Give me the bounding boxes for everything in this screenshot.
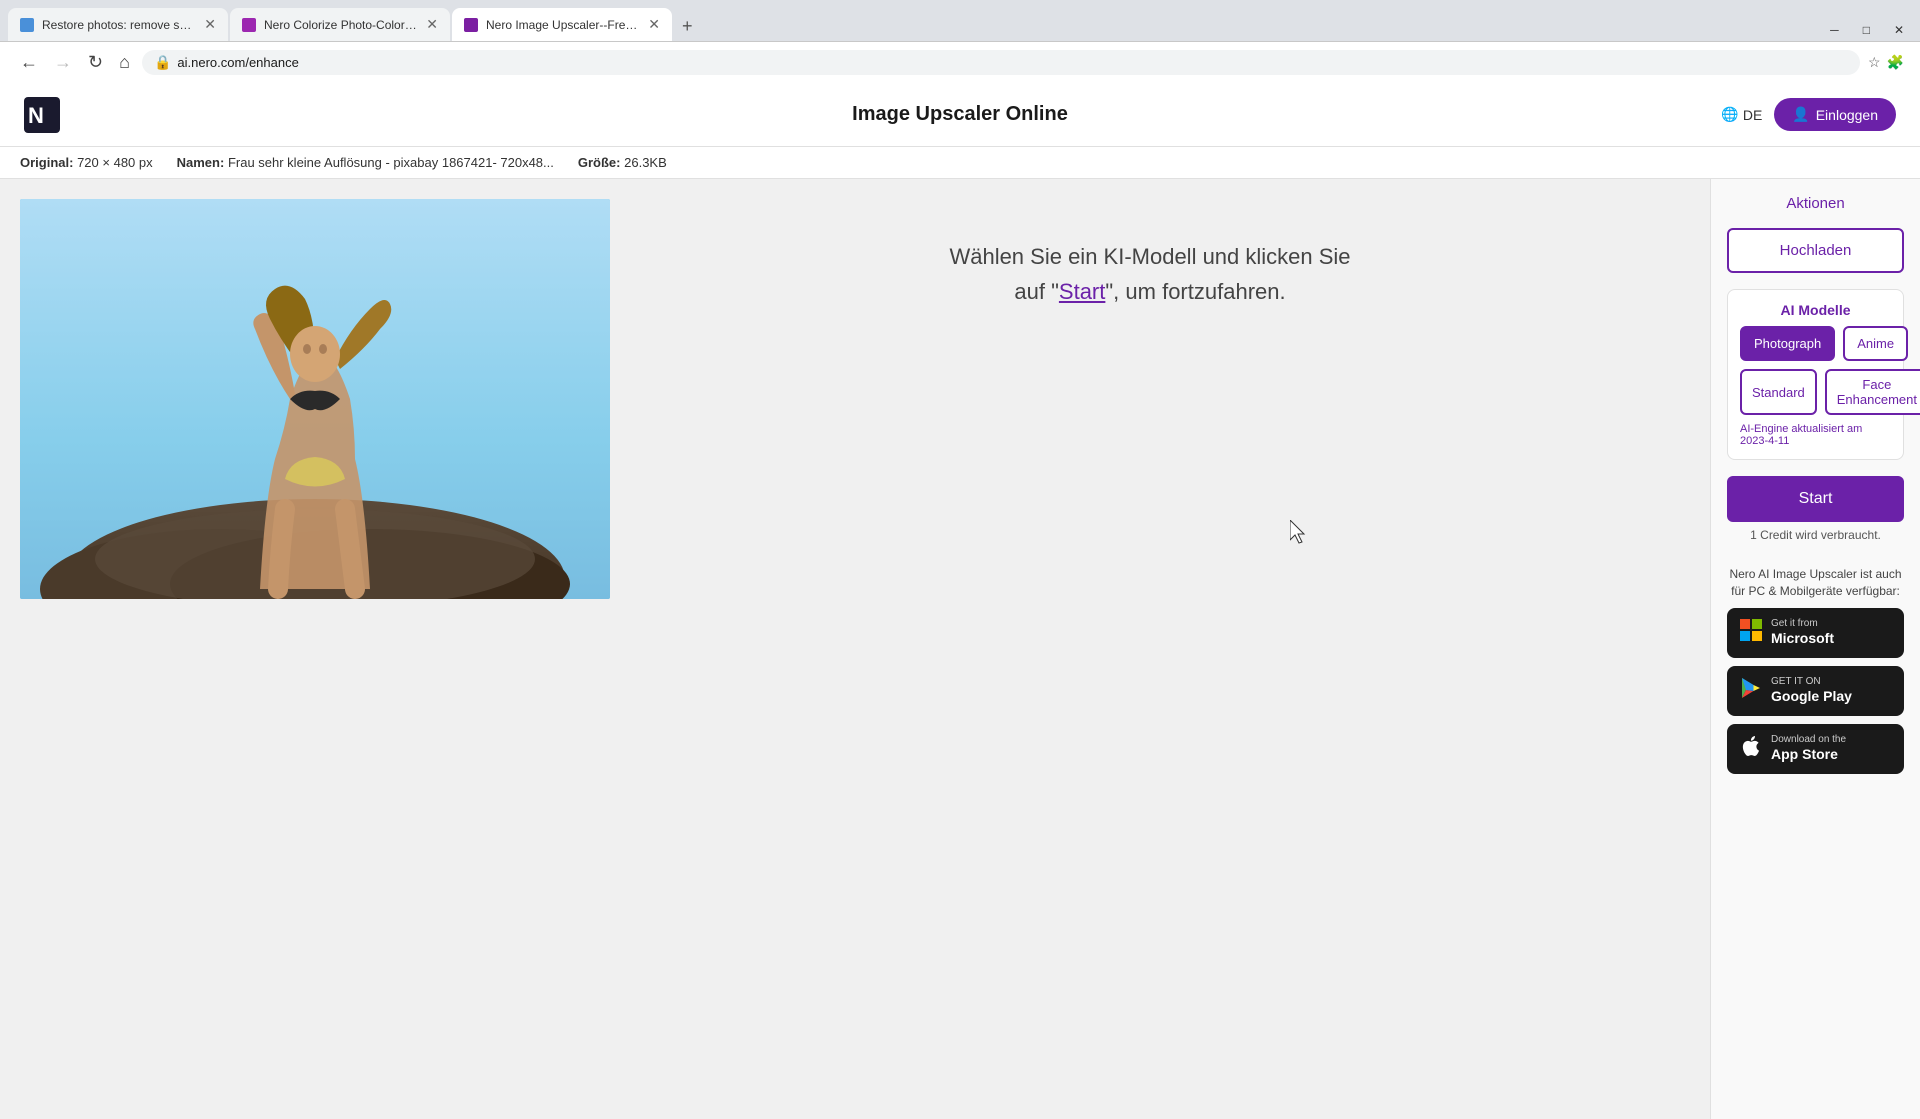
- instruction-text: Wählen Sie ein KI-Modell und klicken Sie…: [610, 199, 1690, 349]
- ai-models-section: AI Modelle Photograph Anime Standard Fac…: [1727, 289, 1904, 460]
- logo: N: [24, 97, 60, 133]
- nero-logo-icon: N: [24, 97, 60, 133]
- lang-label: DE: [1743, 107, 1762, 123]
- google-play-sub: GET IT ON: [1771, 676, 1821, 688]
- start-button[interactable]: Start: [1727, 476, 1904, 522]
- apple-icon: [1739, 734, 1763, 764]
- microsoft-store-button[interactable]: Get it from Microsoft: [1727, 608, 1904, 658]
- address-bar: ← → ↻ ⌂ 🔒 ai.nero.com/enhance ☆ 🧩: [0, 41, 1920, 83]
- tab-close-1[interactable]: ✕: [204, 16, 216, 33]
- login-label: Einloggen: [1816, 107, 1878, 123]
- instruction-part2-pre: auf ": [1014, 279, 1059, 304]
- tab-close-2[interactable]: ✕: [426, 16, 438, 33]
- google-play-icon: [1739, 676, 1763, 706]
- main-layout: Wählen Sie ein KI-Modell und klicken Sie…: [0, 179, 1920, 1119]
- apps-promo-text: Nero AI Image Upscaler ist auch für PC &…: [1727, 566, 1904, 600]
- start-section: Start 1 Credit wird verbraucht.: [1727, 476, 1904, 542]
- back-button[interactable]: ←: [16, 48, 42, 77]
- google-play-content: GET IT ON Google Play: [1771, 676, 1852, 705]
- enhancement-buttons-row: Standard Face Enhancement: [1740, 369, 1891, 415]
- microsoft-name: Microsoft: [1771, 630, 1834, 647]
- aktionen-title: Aktionen: [1727, 195, 1904, 212]
- login-button[interactable]: 👤 Einloggen: [1774, 98, 1896, 131]
- tab-3[interactable]: Nero Image Upscaler--Free Pho... ✕: [452, 8, 672, 41]
- minimize-button[interactable]: ─: [1822, 23, 1847, 37]
- face-enhancement-button[interactable]: Face Enhancement: [1825, 369, 1920, 415]
- reload-button[interactable]: ↻: [84, 48, 107, 77]
- microsoft-sub: Get it from: [1771, 618, 1818, 630]
- content-area: Wählen Sie ein KI-Modell und klicken Sie…: [0, 179, 1710, 1119]
- info-bar: Original: 720 × 480 px Namen: Frau sehr …: [0, 147, 1920, 179]
- browser-chrome: Restore photos: remove scratch... ✕ Nero…: [0, 0, 1920, 83]
- forward-button[interactable]: →: [50, 48, 76, 77]
- google-play-button[interactable]: GET IT ON Google Play: [1727, 666, 1904, 716]
- upload-button[interactable]: Hochladen: [1727, 228, 1904, 273]
- size-label: Größe: 26.3KB: [578, 155, 667, 170]
- tab-favicon-3: [464, 18, 478, 32]
- url-text: ai.nero.com/enhance: [177, 55, 1848, 70]
- window-controls: ─ □ ✕: [1822, 23, 1912, 41]
- app-store-sub: Download on the: [1771, 734, 1846, 746]
- tab-1[interactable]: Restore photos: remove scratch... ✕: [8, 8, 228, 41]
- start-link[interactable]: Start: [1059, 279, 1105, 304]
- instruction-paragraph: Wählen Sie ein KI-Modell und klicken Sie…: [949, 239, 1350, 309]
- app-title: Image Upscaler Online: [852, 103, 1068, 126]
- tab-2[interactable]: Nero Colorize Photo-Colorize Yo... ✕: [230, 8, 450, 41]
- instruction-part2-post: ", um fortzufahren.: [1105, 279, 1285, 304]
- close-button[interactable]: ✕: [1886, 23, 1912, 37]
- new-tab-button[interactable]: +: [674, 12, 701, 41]
- home-button[interactable]: ⌂: [115, 48, 134, 77]
- tab-close-3[interactable]: ✕: [648, 16, 660, 33]
- globe-icon: 🌐: [1721, 106, 1738, 123]
- sidebar: Aktionen Hochladen AI Modelle Photograph…: [1710, 179, 1920, 1119]
- image-container: [20, 199, 610, 599]
- original-label: Original: 720 × 480 px: [20, 155, 153, 170]
- google-play-name: Google Play: [1771, 688, 1852, 705]
- language-button[interactable]: 🌐 DE: [1721, 106, 1762, 123]
- model-buttons-row: Photograph Anime: [1740, 326, 1891, 361]
- url-input[interactable]: 🔒 ai.nero.com/enhance: [142, 50, 1860, 75]
- standard-button[interactable]: Standard: [1740, 369, 1817, 415]
- tab-label-3: Nero Image Upscaler--Free Pho...: [486, 18, 640, 32]
- ai-engine-text: AI-Engine aktualisiert am 2023-4-11: [1740, 423, 1891, 447]
- app-header: N Image Upscaler Online 🌐 DE 👤 Einloggen: [0, 83, 1920, 147]
- name-label: Namen: Frau sehr kleine Auflösung - pixa…: [177, 155, 554, 170]
- anime-model-button[interactable]: Anime: [1843, 326, 1908, 361]
- star-icon[interactable]: ☆: [1868, 54, 1881, 71]
- tab-label-1: Restore photos: remove scratch...: [42, 18, 196, 32]
- microsoft-icon: [1739, 618, 1763, 648]
- app-store-content: Download on the App Store: [1771, 734, 1846, 763]
- browser-icons: ☆ 🧩: [1868, 54, 1904, 71]
- svg-text:N: N: [28, 103, 44, 128]
- lock-icon: 🔒: [154, 54, 171, 71]
- microsoft-store-content: Get it from Microsoft: [1771, 618, 1834, 647]
- user-icon: 👤: [1792, 106, 1809, 123]
- photograph-model-button[interactable]: Photograph: [1740, 326, 1835, 361]
- tab-bar: Restore photos: remove scratch... ✕ Nero…: [0, 0, 1920, 41]
- extensions-icon[interactable]: 🧩: [1887, 54, 1904, 71]
- tab-favicon-2: [242, 18, 256, 32]
- credit-text: 1 Credit wird verbraucht.: [1750, 528, 1881, 542]
- apps-section: Nero AI Image Upscaler ist auch für PC &…: [1727, 566, 1904, 774]
- header-right: 🌐 DE 👤 Einloggen: [1721, 98, 1896, 131]
- tab-label-2: Nero Colorize Photo-Colorize Yo...: [264, 18, 418, 32]
- app-store-name: App Store: [1771, 746, 1838, 763]
- tab-favicon-1: [20, 18, 34, 32]
- ai-models-title: AI Modelle: [1740, 302, 1891, 318]
- app-store-button[interactable]: Download on the App Store: [1727, 724, 1904, 774]
- maximize-button[interactable]: □: [1855, 23, 1878, 37]
- uploaded-photo: [20, 199, 610, 599]
